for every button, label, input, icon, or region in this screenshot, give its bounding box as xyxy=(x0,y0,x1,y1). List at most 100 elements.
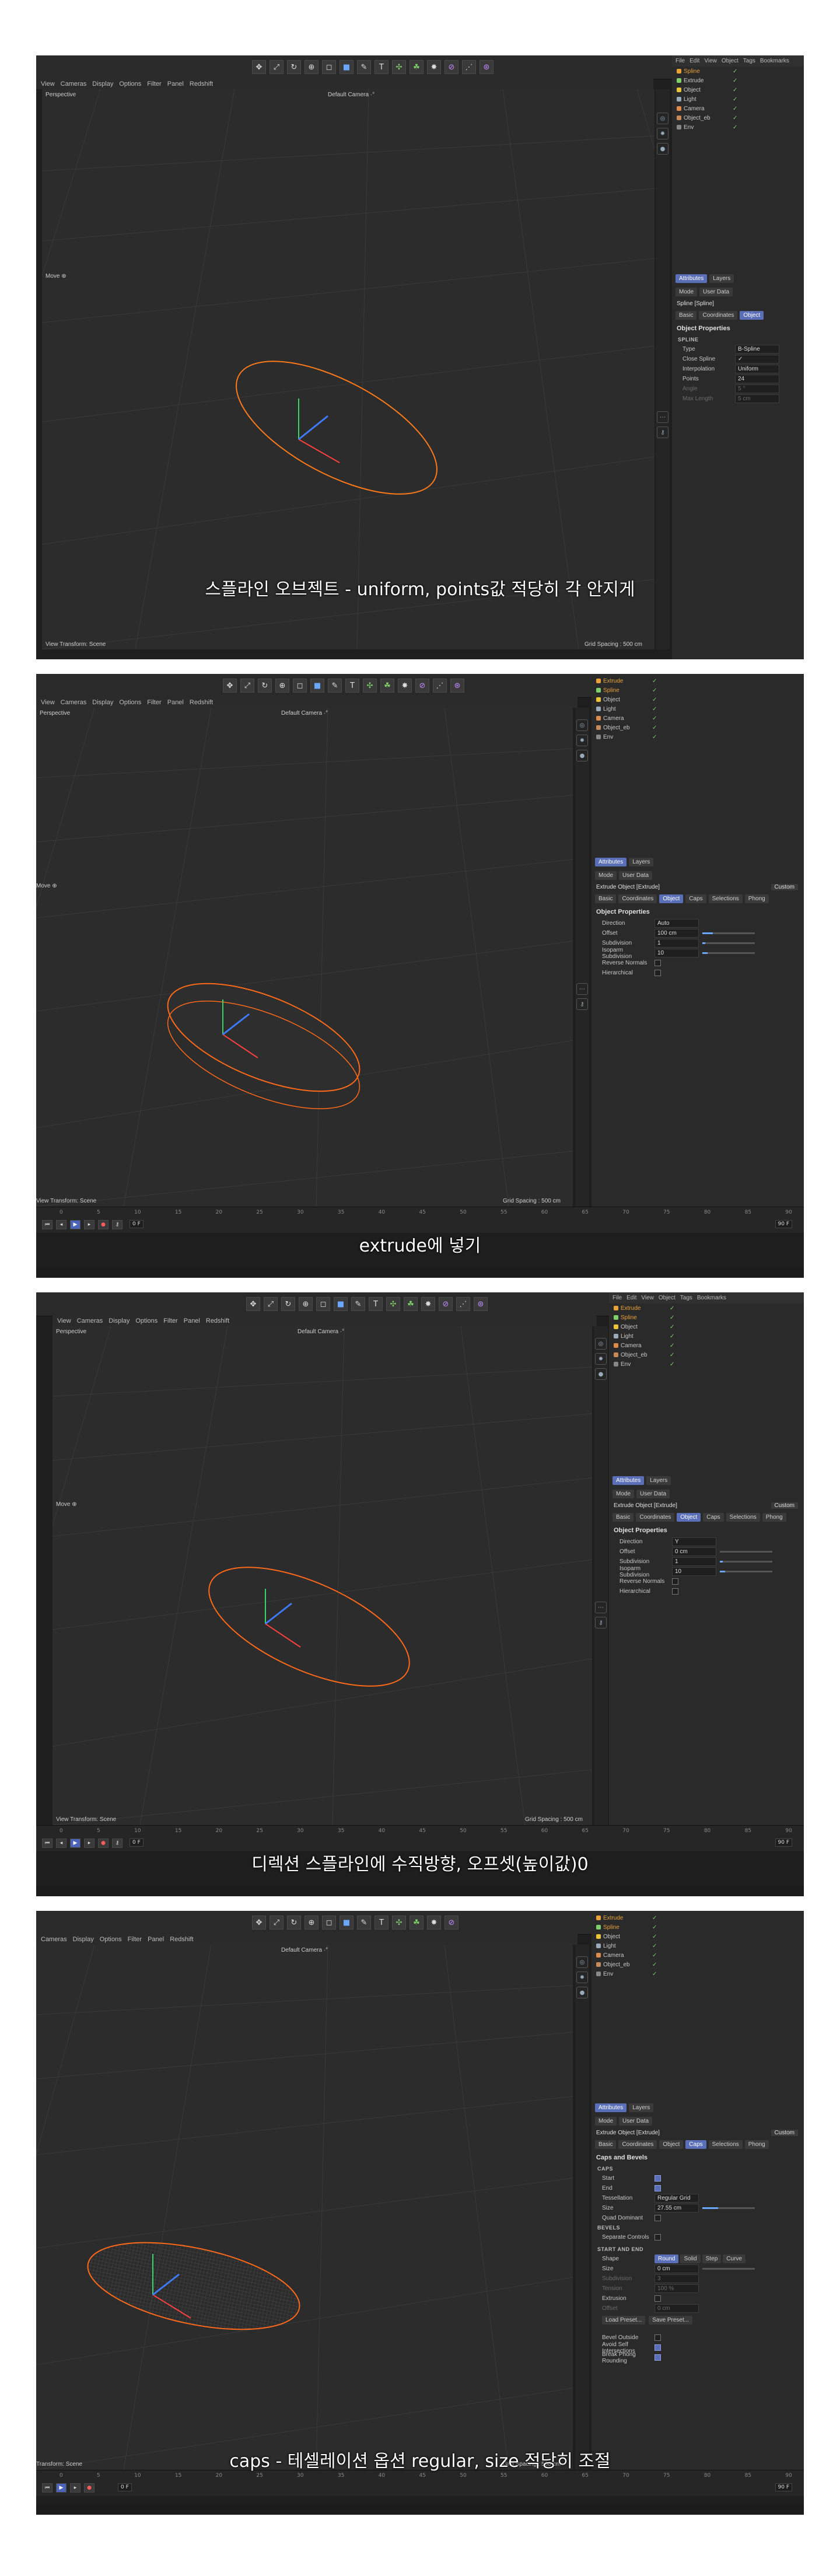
object-row[interactable]: Camera ✓ xyxy=(672,104,804,113)
object-row[interactable]: Light ✓ xyxy=(592,704,804,714)
generator-icon[interactable]: ✣ xyxy=(392,1916,406,1930)
scale-icon[interactable]: ⤢ xyxy=(240,679,254,693)
object-row[interactable]: Extrude ✓ xyxy=(592,676,804,686)
menu-item[interactable]: Display xyxy=(73,1936,94,1943)
menu-item[interactable]: Object xyxy=(722,58,738,64)
record-icon[interactable]: ● xyxy=(98,1838,108,1848)
attributes-tab[interactable]: Layers xyxy=(629,2103,654,2112)
shape-option[interactable]: Solid xyxy=(680,2255,701,2263)
menu-item[interactable]: Bookmarks xyxy=(760,58,789,64)
object-row[interactable]: Spline ✓ xyxy=(592,686,804,695)
object-row[interactable]: Object_eb ✓ xyxy=(609,1350,804,1359)
attributes-tab[interactable]: Layers xyxy=(629,858,654,866)
camera-label[interactable]: Default Camera ·° xyxy=(281,710,328,716)
menu-item[interactable]: View xyxy=(57,1317,71,1324)
property-tab[interactable]: Selections xyxy=(708,894,743,903)
menu-item[interactable]: Options xyxy=(119,699,141,706)
menu-item[interactable]: Redshift xyxy=(206,1317,229,1324)
menu-item[interactable]: Filter xyxy=(147,81,161,88)
camera-icon[interactable]: ◎ xyxy=(595,1338,607,1350)
scale-icon[interactable]: ⤢ xyxy=(270,1916,284,1930)
extrude-outline[interactable] xyxy=(192,1543,425,1711)
property-tab[interactable]: Basic xyxy=(612,1513,634,1522)
menu-item[interactable]: Cameras xyxy=(41,1936,67,1943)
end-frame-field[interactable]: 90 F xyxy=(775,2483,792,2491)
pen-icon[interactable]: ✎ xyxy=(351,1297,365,1311)
object-row[interactable]: Object ✓ xyxy=(609,1322,804,1331)
visibility-check-icon[interactable]: ✓ xyxy=(652,715,657,722)
property-tab[interactable]: Object xyxy=(677,1513,701,1522)
menu-item[interactable]: View xyxy=(41,81,55,88)
spline-curve[interactable] xyxy=(217,334,457,521)
property-value[interactable]: 1 xyxy=(672,1557,716,1566)
object-row[interactable]: Light ✓ xyxy=(609,1331,804,1341)
rotate-icon[interactable]: ↻ xyxy=(287,60,301,74)
visibility-check-icon[interactable]: ✓ xyxy=(652,687,657,694)
snap-icon[interactable]: ⋰ xyxy=(462,60,476,74)
object-row[interactable]: Spline ✓ xyxy=(609,1313,804,1322)
menu-item[interactable]: Cameras xyxy=(77,1317,103,1324)
property-value[interactable]: 24 xyxy=(735,375,779,383)
visibility-check-icon[interactable]: ✓ xyxy=(652,734,657,740)
snap-icon[interactable]: ⋯ xyxy=(576,983,588,995)
attributes-tab[interactable]: Attributes xyxy=(595,2103,627,2112)
generator-icon[interactable]: ✣ xyxy=(392,60,406,74)
property-tab[interactable]: Selections xyxy=(726,1513,760,1522)
timeline[interactable]: 0 5 10 15 20 25 30 35 40 45 50 55 60 65 70 75 80 85 90 ⏮ ◂… xyxy=(36,1825,804,1851)
visibility-check-icon[interactable]: ✓ xyxy=(670,1352,674,1358)
menu-item[interactable]: Bookmarks xyxy=(697,1295,726,1301)
property-tab[interactable]: Object xyxy=(659,2140,684,2149)
end-frame-field[interactable]: 90 F xyxy=(775,1220,792,1228)
object-row[interactable]: Camera ✓ xyxy=(592,1951,804,1960)
object-row[interactable]: Spline ✓ xyxy=(592,1923,804,1932)
snap-icon[interactable]: ⋰ xyxy=(433,679,447,693)
menu-item[interactable]: Object xyxy=(659,1295,676,1301)
visibility-check-icon[interactable]: ✓ xyxy=(670,1333,674,1340)
menu-item[interactable]: Options xyxy=(135,1317,158,1324)
move-icon[interactable]: ✥ xyxy=(246,1297,260,1311)
key-icon[interactable]: ⚷ xyxy=(657,427,668,438)
property-value[interactable]: 10 xyxy=(672,1567,716,1576)
object-row[interactable]: Env ✓ xyxy=(592,732,804,742)
pen-icon[interactable]: ✎ xyxy=(357,60,371,74)
menu-item[interactable]: Redshift xyxy=(190,699,213,706)
visibility-check-icon[interactable]: ✓ xyxy=(652,1934,657,1940)
visibility-check-icon[interactable]: ✓ xyxy=(733,115,737,121)
sphere-icon[interactable]: ● xyxy=(595,1368,607,1380)
menu-item[interactable]: File xyxy=(676,58,685,64)
light-icon[interactable]: ✹ xyxy=(576,735,588,746)
menu-item[interactable]: Filter xyxy=(128,1936,142,1943)
property-tab[interactable]: Coordinates xyxy=(618,2140,657,2149)
property-tab[interactable]: Phong xyxy=(744,894,769,903)
move-icon[interactable]: ✥ xyxy=(252,60,266,74)
object-row[interactable]: Object_eb ✓ xyxy=(592,723,804,732)
visibility-check-icon[interactable]: ✓ xyxy=(652,1943,657,1949)
select-icon[interactable]: ◻ xyxy=(316,1297,330,1311)
object-row[interactable]: Spline ✓ xyxy=(672,67,804,76)
property-value[interactable]: 5 cm xyxy=(735,394,779,403)
property-tab[interactable]: Phong xyxy=(744,2140,769,2149)
visibility-check-icon[interactable]: ✓ xyxy=(670,1361,674,1368)
menu-item[interactable]: Panel xyxy=(167,81,184,88)
visibility-check-icon[interactable]: ✓ xyxy=(652,678,657,684)
visibility-check-icon[interactable]: ✓ xyxy=(652,725,657,731)
menu-item[interactable]: Tags xyxy=(743,58,755,64)
attributes-tab[interactable]: Attributes xyxy=(612,1476,645,1485)
axis-icon[interactable]: ⊕ xyxy=(304,1916,318,1930)
visibility-check-icon[interactable]: ✓ xyxy=(733,106,737,112)
timeline[interactable]: 0 5 10 15 20 25 30 35 40 45 50 55 60 65 70 75 80 85 90 ⏮ ▶… xyxy=(36,2470,804,2496)
property-checkbox[interactable] xyxy=(654,2234,661,2241)
property-checkbox[interactable] xyxy=(654,2354,661,2361)
menu-item[interactable]: Filter xyxy=(163,1317,177,1324)
sphere-icon[interactable]: ● xyxy=(576,750,588,761)
pen-icon[interactable]: ✎ xyxy=(328,679,342,693)
property-checkbox[interactable] xyxy=(654,2344,661,2351)
property-slider[interactable] xyxy=(702,2207,755,2209)
visibility-check-icon[interactable]: ✓ xyxy=(733,124,737,131)
visibility-check-icon[interactable]: ✓ xyxy=(733,68,737,75)
key-icon[interactable]: ⚷ xyxy=(112,1220,123,1229)
object-row[interactable]: Env ✓ xyxy=(609,1359,804,1369)
property-tab[interactable]: Caps xyxy=(685,2140,706,2149)
timeline[interactable]: 0 5 10 15 20 25 30 35 40 45 50 55 60 65 70 75 80 85 90 ⏮ ◂… xyxy=(36,1207,804,1233)
property-slider[interactable] xyxy=(702,2268,755,2270)
